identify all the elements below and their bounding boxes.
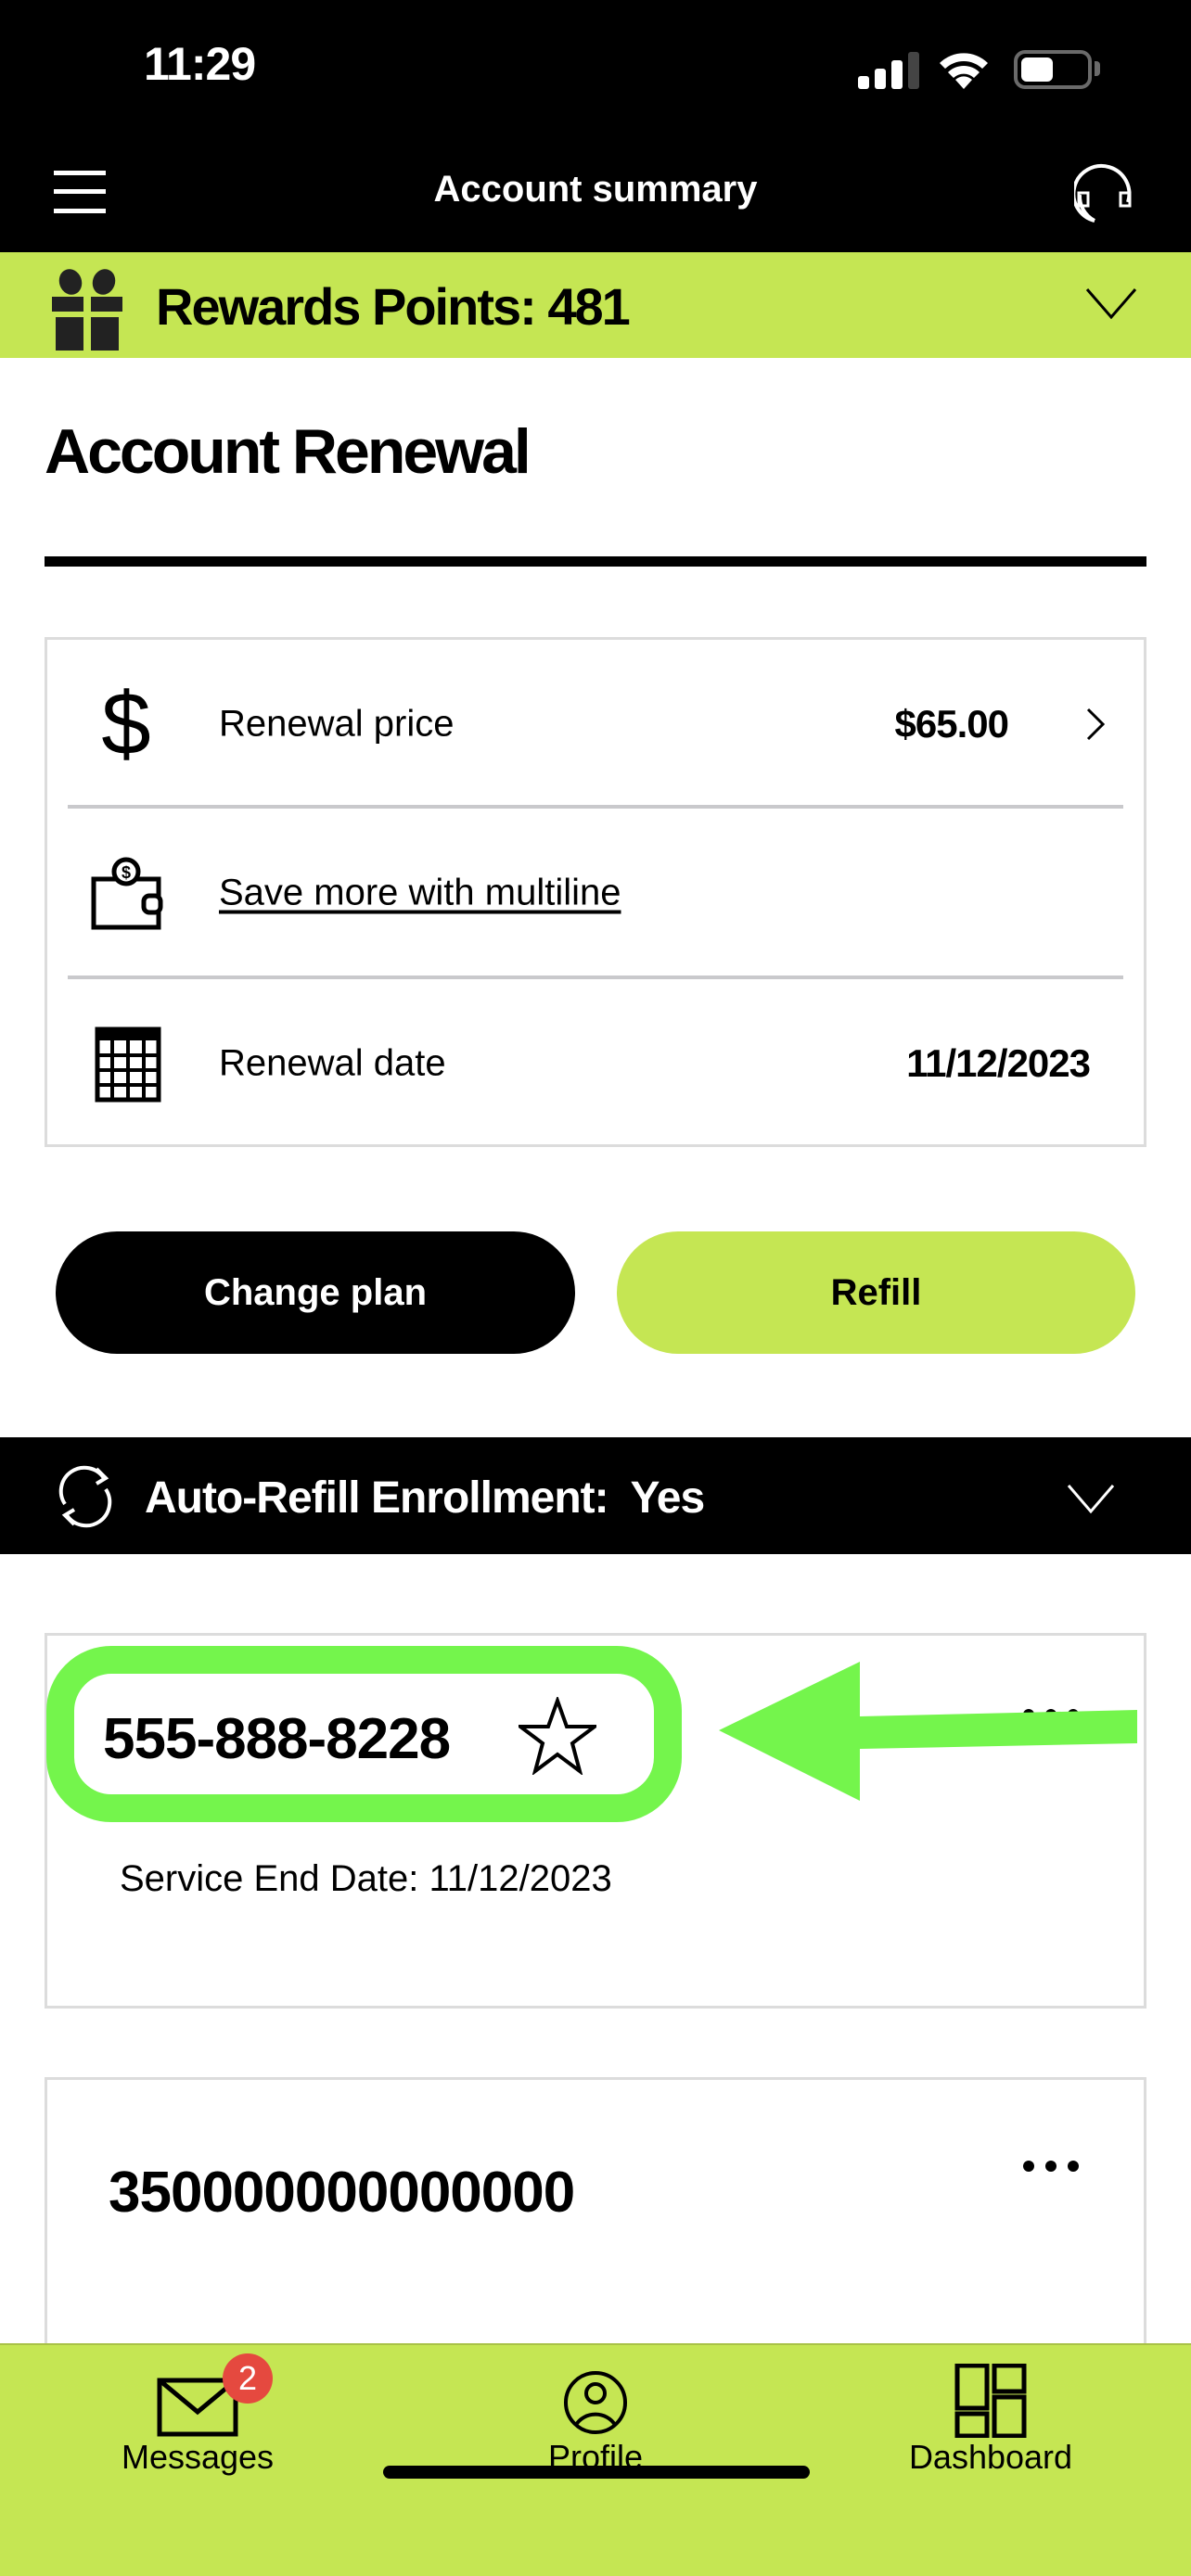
star-outline-icon[interactable] bbox=[519, 1697, 596, 1775]
calendar-icon bbox=[95, 1027, 161, 1103]
multiline-row[interactable]: $ Save more with multiline bbox=[47, 809, 1144, 977]
line-card[interactable]: 555-888-8228 Service End Date: 11/12/202… bbox=[45, 1633, 1146, 2009]
renewal-price-row[interactable]: $ Renewal price $65.00 bbox=[47, 640, 1144, 809]
auto-refill-enrollment-bar[interactable]: Auto-Refill Enrollment: Yes bbox=[0, 1437, 1191, 1554]
battery-icon bbox=[1014, 50, 1092, 89]
chevron-right-icon bbox=[1086, 708, 1106, 741]
rewards-points-bar[interactable]: Rewards Points: 481 bbox=[0, 252, 1191, 358]
refill-button[interactable]: Refill bbox=[617, 1231, 1135, 1354]
line-card[interactable]: 350000000000000 bbox=[45, 2077, 1146, 2374]
gift-icon bbox=[52, 269, 122, 351]
chevron-down-icon[interactable] bbox=[1065, 1480, 1117, 1517]
status-bar: 11:29 bbox=[0, 0, 1191, 141]
profile-icon bbox=[564, 2371, 627, 2434]
tab-label: Dashboard bbox=[908, 2438, 1073, 2476]
battery-level bbox=[1021, 57, 1053, 82]
line-number: 350000000000000 bbox=[109, 2161, 575, 2225]
renewal-price-label: Renewal price bbox=[219, 703, 455, 745]
bottom-tab-bar: Messages Profile Dashboard bbox=[0, 2343, 1191, 2576]
renewal-date-value: 11/12/2023 bbox=[906, 1041, 1091, 1085]
dashboard-icon bbox=[954, 2364, 1027, 2438]
auto-refill-status: Auto-Refill Enrollment: Yes bbox=[145, 1473, 705, 1523]
headset-icon[interactable] bbox=[1074, 159, 1135, 234]
home-indicator[interactable] bbox=[383, 2466, 810, 2479]
tab-dashboard[interactable]: Dashboard bbox=[852, 2345, 1130, 2503]
refresh-icon bbox=[58, 1465, 112, 1528]
more-options-icon[interactable] bbox=[1023, 2152, 1079, 2180]
header-title: Account summary bbox=[433, 169, 758, 210]
chevron-down-icon[interactable] bbox=[1085, 286, 1137, 323]
wallet-icon: $ bbox=[91, 857, 163, 930]
service-end-date: Service End Date: 11/12/2023 bbox=[120, 1858, 612, 1899]
cellular-signal-icon bbox=[858, 52, 921, 89]
tab-messages[interactable]: Messages bbox=[58, 2345, 337, 2503]
change-plan-button[interactable]: Change plan bbox=[56, 1231, 575, 1354]
renewal-details-card: $ Renewal price $65.00 $ Save more with … bbox=[45, 637, 1146, 1147]
status-time: 11:29 bbox=[144, 38, 256, 90]
top-nav-bar: Account summary bbox=[0, 141, 1191, 252]
renewal-date-row: Renewal date 11/12/2023 bbox=[47, 979, 1144, 1148]
svg-text:$: $ bbox=[122, 863, 131, 882]
tab-label: Messages bbox=[121, 2438, 275, 2476]
save-more-multiline-link[interactable]: Save more with multiline bbox=[219, 873, 621, 914]
tab-profile[interactable]: Profile bbox=[456, 2345, 735, 2503]
battery-cap bbox=[1095, 61, 1100, 76]
renewal-date-label: Renewal date bbox=[219, 1042, 446, 1084]
renewal-price-value: $65.00 bbox=[894, 702, 1009, 746]
wifi-icon bbox=[940, 53, 988, 89]
line-phone-number: 555-888-8228 bbox=[103, 1707, 451, 1771]
dollar-icon: $ bbox=[101, 674, 151, 773]
more-options-icon[interactable] bbox=[1023, 1701, 1079, 1728]
title-divider bbox=[45, 556, 1146, 567]
rewards-points-label: Rewards Points: 481 bbox=[156, 277, 631, 336]
page-title: Account Renewal bbox=[45, 416, 531, 487]
messages-unread-badge: 2 bbox=[223, 2353, 273, 2404]
